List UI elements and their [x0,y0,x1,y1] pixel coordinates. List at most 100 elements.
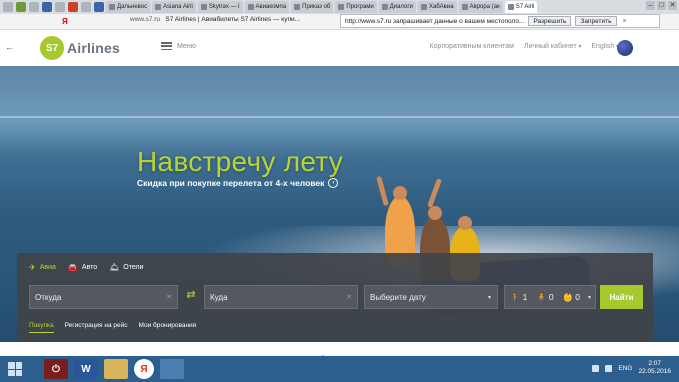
browser-tab[interactable]: Програми [335,1,377,13]
rider-head [428,206,442,220]
tab-flights[interactable]: ✈ Авиа [29,263,56,272]
geolocation-prompt: http://www.s7.ru запрашивает данные о ва… [340,14,660,28]
date-picker[interactable]: Выберите дату ▾ [364,285,498,309]
tab-cars[interactable]: 🚘 Авто [68,263,97,272]
infants-count: 👶 0 [563,292,580,303]
tab-favicon-icon [200,4,207,10]
browser-tab[interactable]: Авиакомпа [244,1,290,13]
tab-label: Отели [123,264,144,271]
windows-taskbar: ⏻ W Я [0,356,679,382]
header-links: Корпоративным клиентам Личный кабинет En… [430,43,619,50]
pinned-tab[interactable] [94,2,104,12]
tab-label: ХабАвиа [428,4,454,10]
raised-arm [427,178,442,208]
yandex-logo-icon[interactable]: Я [62,17,74,26]
close-window-button[interactable]: ✕ [668,1,677,10]
check-in-link[interactable]: Регистрация на рейс [65,322,128,329]
origin-placeholder: Откуда [35,292,62,302]
browser-tab[interactable]: Asiana Airli [152,1,196,13]
tab-label: Skytrax — l [208,4,240,10]
chevron-down-icon: ▾ [487,294,491,301]
browser-tab[interactable]: ХабАвиа [417,1,457,13]
browser-tab[interactable]: Skytrax — l [197,1,243,13]
origin-input[interactable]: Откуда ✕ [29,285,178,309]
pinned-tab[interactable] [42,2,52,12]
menu-button[interactable]: Меню [161,42,196,50]
purchase-link[interactable]: Покупка [29,322,54,333]
clear-origin-icon[interactable]: ✕ [166,293,172,301]
tab-favicon-icon [109,4,115,10]
tab-favicon-icon [507,4,514,10]
image-viewer-app-icon[interactable] [160,359,184,379]
passengers-selector[interactable]: 🚶 1 🧍 0 👶 0 ▾ [504,285,596,309]
browser-tab[interactable]: Диалоги [378,1,416,13]
close-prompt-icon[interactable]: × [623,18,627,25]
minimize-button[interactable]: – [646,1,655,10]
booking-sublinks: Покупка Регистрация на рейс Мои брониров… [29,322,197,333]
clock[interactable]: 2:07 22.05.2016 [638,360,671,376]
tab-hotels[interactable]: 🛎 Отели [109,263,143,272]
personal-cabinet-link[interactable]: Личный кабинет [524,43,581,50]
tab-favicon-icon [294,4,301,10]
word-app-icon[interactable]: W [74,359,98,379]
pinned-tab[interactable] [16,2,26,12]
folder-app-icon[interactable] [104,359,128,379]
child-value: 0 [548,292,554,302]
browser-tab[interactable]: Аврора (ак [458,1,503,13]
hotel-bell-icon: 🛎 [109,263,120,272]
language-selector[interactable]: English [591,43,619,50]
tab-label: Asiana Airli [163,4,193,10]
tab-favicon-icon [381,4,388,10]
recorder-app-icon[interactable]: ⏻ [44,359,68,379]
network-icon[interactable] [592,364,600,372]
rider-head [458,216,472,230]
tab-label: Авиакомпа [255,4,287,10]
booking-mode-tabs: ✈ Авиа 🚘 Авто 🛎 Отели [29,263,144,272]
clock-time: 2:07 [648,360,662,367]
windows-start-icon[interactable] [8,362,22,376]
swap-cities-icon[interactable]: ⇄ [181,288,201,306]
oneworld-globe-icon[interactable] [617,40,633,56]
adults-count: 🚶 1 [510,292,527,303]
site-header: ← S7 Airlines Меню Корпоративным клиента… [0,30,679,66]
tab-label: Дальневос [117,4,148,10]
page-title: S7 Airlines | Авиабилеты S7 Airlines — к… [165,16,301,23]
booking-panel: ✈ Авиа 🚘 Авто 🛎 Отели Откуда ✕ ⇄ Куда ✕ Выб… [17,253,653,341]
yandex-browser-icon[interactable]: Я [134,359,154,379]
back-arrow-icon[interactable]: ← [5,42,14,52]
volume-icon[interactable] [605,364,613,372]
maximize-button[interactable]: □ [657,1,666,10]
find-flights-button[interactable]: Найти [600,285,643,309]
corporate-clients-link[interactable]: Корпоративным клиентам [430,43,514,50]
tab-label: Програми [346,4,374,10]
browser-tab[interactable]: Приказ об [291,1,334,13]
clear-destination-icon[interactable]: ✕ [346,293,352,301]
browser-tab-active[interactable]: S7 Airli [504,1,538,13]
logo-text: Airlines [67,40,120,56]
geolocation-prompt-text: http://www.s7.ru запрашивает данные о ва… [345,17,525,25]
pinned-tab[interactable] [68,2,78,12]
pinned-tab[interactable] [29,2,39,12]
pinned-tab[interactable] [55,2,65,12]
tab-label: Приказ об [302,4,331,10]
tab-label: Авиа [39,264,56,271]
my-bookings-link[interactable]: Мои бронирования [139,322,197,329]
plane-icon: ✈ [29,263,36,272]
deny-location-button[interactable]: Запретить [575,16,617,26]
hero-promo-link[interactable]: Скидка при покупке перелета от 4-х челов… [137,178,339,188]
destination-placeholder: Куда [210,292,228,302]
tab-label: Диалоги [389,4,413,10]
browser-tab[interactable]: Дальневос [106,1,151,13]
url-and-title[interactable]: www.s7.ru S7 Airlines | Авиабилеты S7 Ai… [130,16,300,23]
input-language[interactable]: ENG [618,365,632,372]
tab-favicon-icon [420,4,427,10]
allow-location-button[interactable]: Разрешить [528,16,572,26]
pinned-tab[interactable] [3,2,13,12]
children-count: 🧍 0 [536,292,553,303]
tab-favicon-icon [461,4,468,10]
pinned-tab[interactable] [81,2,91,12]
url-text: www.s7.ru [130,16,160,23]
destination-input[interactable]: Куда ✕ [204,285,358,309]
infant-icon: 👶 [562,291,574,302]
s7-logo[interactable]: S7 Airlines [40,36,120,60]
